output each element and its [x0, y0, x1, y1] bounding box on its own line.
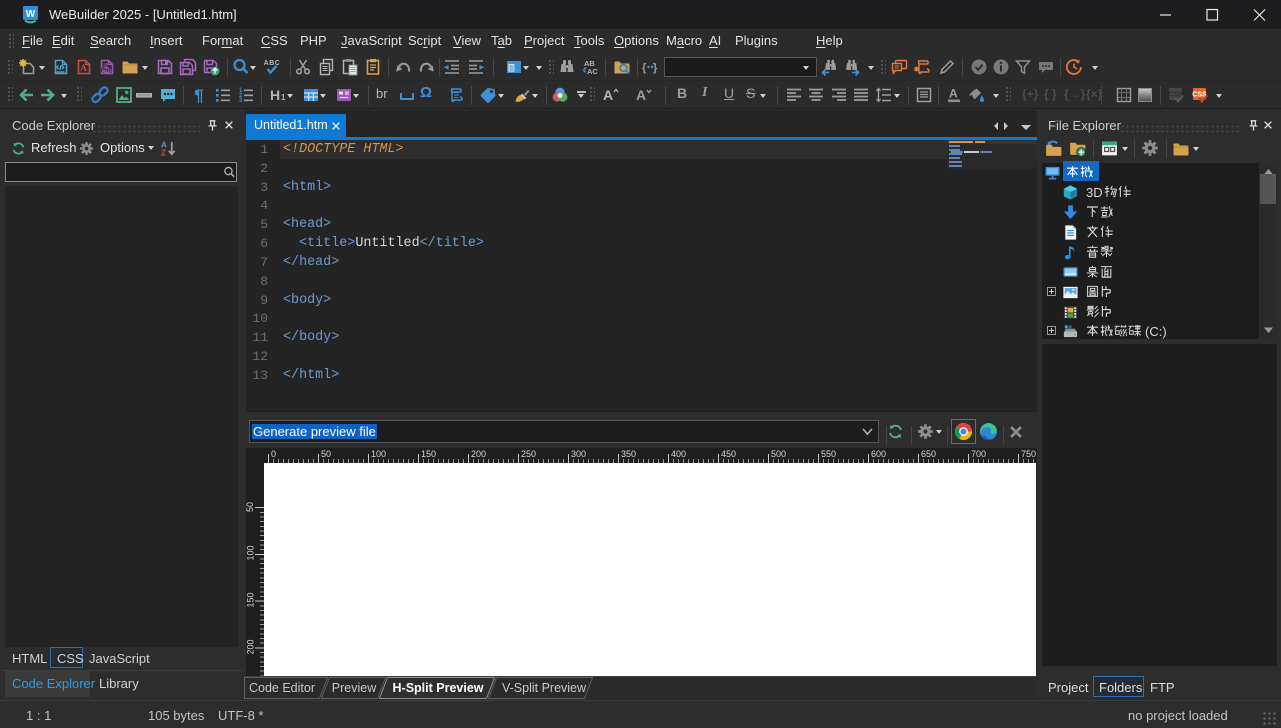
svg-text:V-Split Preview: V-Split Preview — [502, 681, 587, 695]
svg-text:W: W — [26, 9, 36, 20]
svg-text:H-Split Preview: H-Split Preview — [393, 681, 484, 695]
svg-text:Code Editor: Code Editor — [249, 681, 315, 695]
svg-text:Preview: Preview — [332, 681, 377, 695]
